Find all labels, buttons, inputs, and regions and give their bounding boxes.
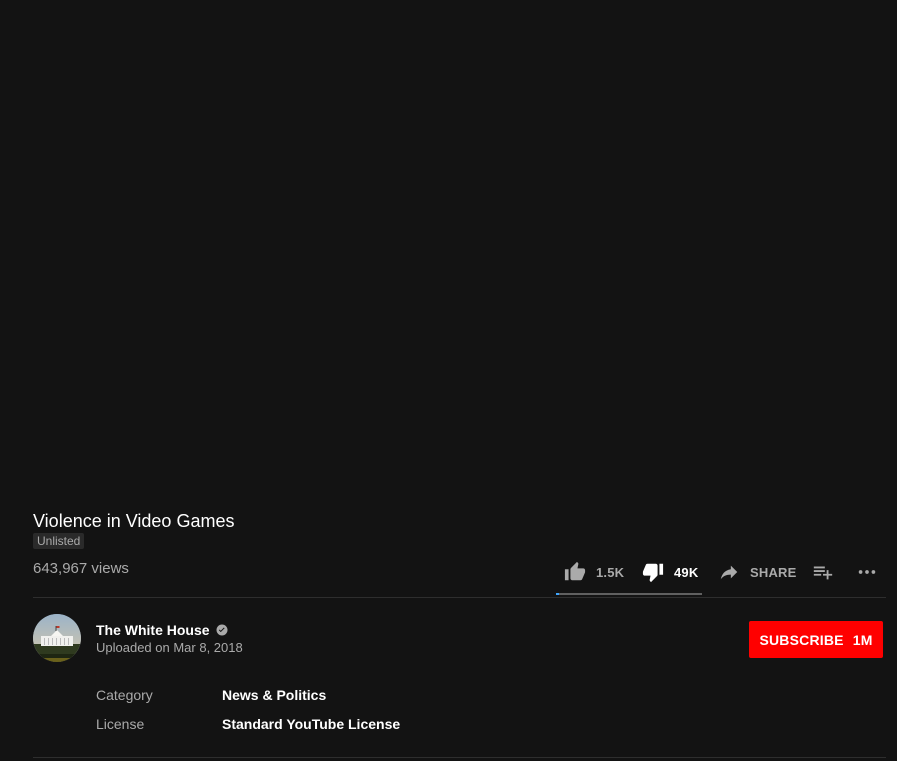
divider <box>33 597 886 598</box>
upload-date: Uploaded on Mar 8, 2018 <box>96 640 243 655</box>
more-actions-button[interactable] <box>856 556 878 588</box>
thumbs-up-icon <box>564 561 586 581</box>
more-horizontal-icon <box>858 570 876 574</box>
white-house-image <box>33 614 81 662</box>
video-title: Violence in Video Games <box>33 511 235 531</box>
sentiment-bar <box>556 593 702 595</box>
share-button[interactable]: SHARE <box>718 556 797 588</box>
share-label: SHARE <box>750 564 797 580</box>
add-to-playlist-icon <box>813 566 833 580</box>
subscribe-button[interactable]: SUBSCRIBE 1M <box>749 621 883 658</box>
share-arrow-icon <box>720 565 738 580</box>
license-label: License <box>96 716 145 732</box>
sentiment-like-fill <box>556 593 559 595</box>
like-button[interactable]: 1.5K <box>564 556 624 588</box>
watch-page: Violence in Video Games Unlisted 643,967… <box>0 0 897 761</box>
dislike-count: 49K <box>674 564 699 580</box>
dislike-button[interactable]: 49K <box>642 556 698 588</box>
video-actions: 1.5K 49K SHARE <box>556 556 886 596</box>
video-player[interactable] <box>0 0 897 500</box>
unlisted-badge: Unlisted <box>33 533 85 549</box>
channel-name-text[interactable]: The White House <box>96 621 210 639</box>
view-count: 643,967 views <box>33 560 129 577</box>
category-label: Category <box>96 687 153 703</box>
subscriber-count: 1M <box>852 631 873 648</box>
save-to-playlist-button[interactable] <box>812 556 834 588</box>
divider <box>33 757 886 758</box>
license-value: Standard YouTube License <box>222 716 401 732</box>
subscribe-label: SUBSCRIBE <box>759 631 844 648</box>
channel-avatar[interactable] <box>33 614 81 662</box>
thumbs-down-icon <box>642 563 664 583</box>
channel-name[interactable]: The White House <box>96 621 228 639</box>
verified-check-icon <box>216 624 228 636</box>
category-value[interactable]: News & Politics <box>222 686 326 704</box>
like-count: 1.5K <box>596 564 625 580</box>
